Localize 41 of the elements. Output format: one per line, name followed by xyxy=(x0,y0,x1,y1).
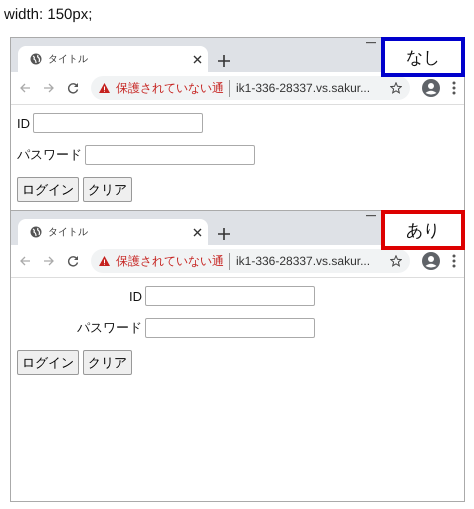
field-label: パスワード xyxy=(76,319,142,337)
warning-icon xyxy=(99,83,110,93)
field-label: ID xyxy=(128,288,142,304)
star-icon[interactable] xyxy=(390,255,402,267)
account-icon[interactable] xyxy=(422,79,440,97)
globe-icon xyxy=(30,226,42,238)
plus-icon[interactable] xyxy=(218,55,230,67)
field-label: パスワード xyxy=(17,146,82,164)
form-button[interactable]: クリア xyxy=(83,350,132,375)
input-field[interactable] xyxy=(85,145,255,165)
field-label: ID xyxy=(17,116,30,130)
form-button[interactable]: ログイン xyxy=(17,177,79,202)
globe-icon xyxy=(30,53,42,65)
close-icon[interactable] xyxy=(193,54,202,64)
input-field[interactable] xyxy=(145,286,315,306)
close-icon[interactable] xyxy=(193,228,202,236)
input-field[interactable] xyxy=(33,113,203,133)
reload-icon[interactable] xyxy=(67,82,79,94)
caption-box: なし xyxy=(381,37,465,77)
security-warning: 保護されていない通 xyxy=(116,252,230,270)
caption-box: あり xyxy=(381,210,465,250)
url-text: ik1-336-28337.vs.sakur... xyxy=(236,254,372,268)
address-bar[interactable]: 保護されていない通 ik1-336-28337.vs.sakur... xyxy=(91,76,410,100)
reload-icon[interactable] xyxy=(67,255,79,267)
form-button[interactable]: ログイン xyxy=(17,350,79,375)
url-text: ik1-336-28337.vs.sakur... xyxy=(236,81,372,95)
account-icon[interactable] xyxy=(422,252,440,270)
warning-icon xyxy=(99,256,110,266)
plus-icon[interactable] xyxy=(218,228,230,240)
security-warning: 保護されていない通 xyxy=(116,80,230,96)
address-bar[interactable]: 保護されていない通 ik1-336-28337.vs.sakur... xyxy=(91,249,410,273)
browser-tab[interactable]: タイトル xyxy=(18,46,208,72)
heading: width: 150px; xyxy=(4,6,92,23)
menu-icon[interactable] xyxy=(452,81,456,95)
minimize-icon[interactable] xyxy=(366,215,376,217)
star-icon[interactable] xyxy=(390,82,402,94)
input-field[interactable] xyxy=(145,318,315,338)
minimize-icon[interactable] xyxy=(366,42,376,44)
form-button[interactable]: クリア xyxy=(83,177,132,202)
menu-icon[interactable] xyxy=(452,254,456,268)
browser-tab[interactable]: タイトル xyxy=(18,219,208,245)
